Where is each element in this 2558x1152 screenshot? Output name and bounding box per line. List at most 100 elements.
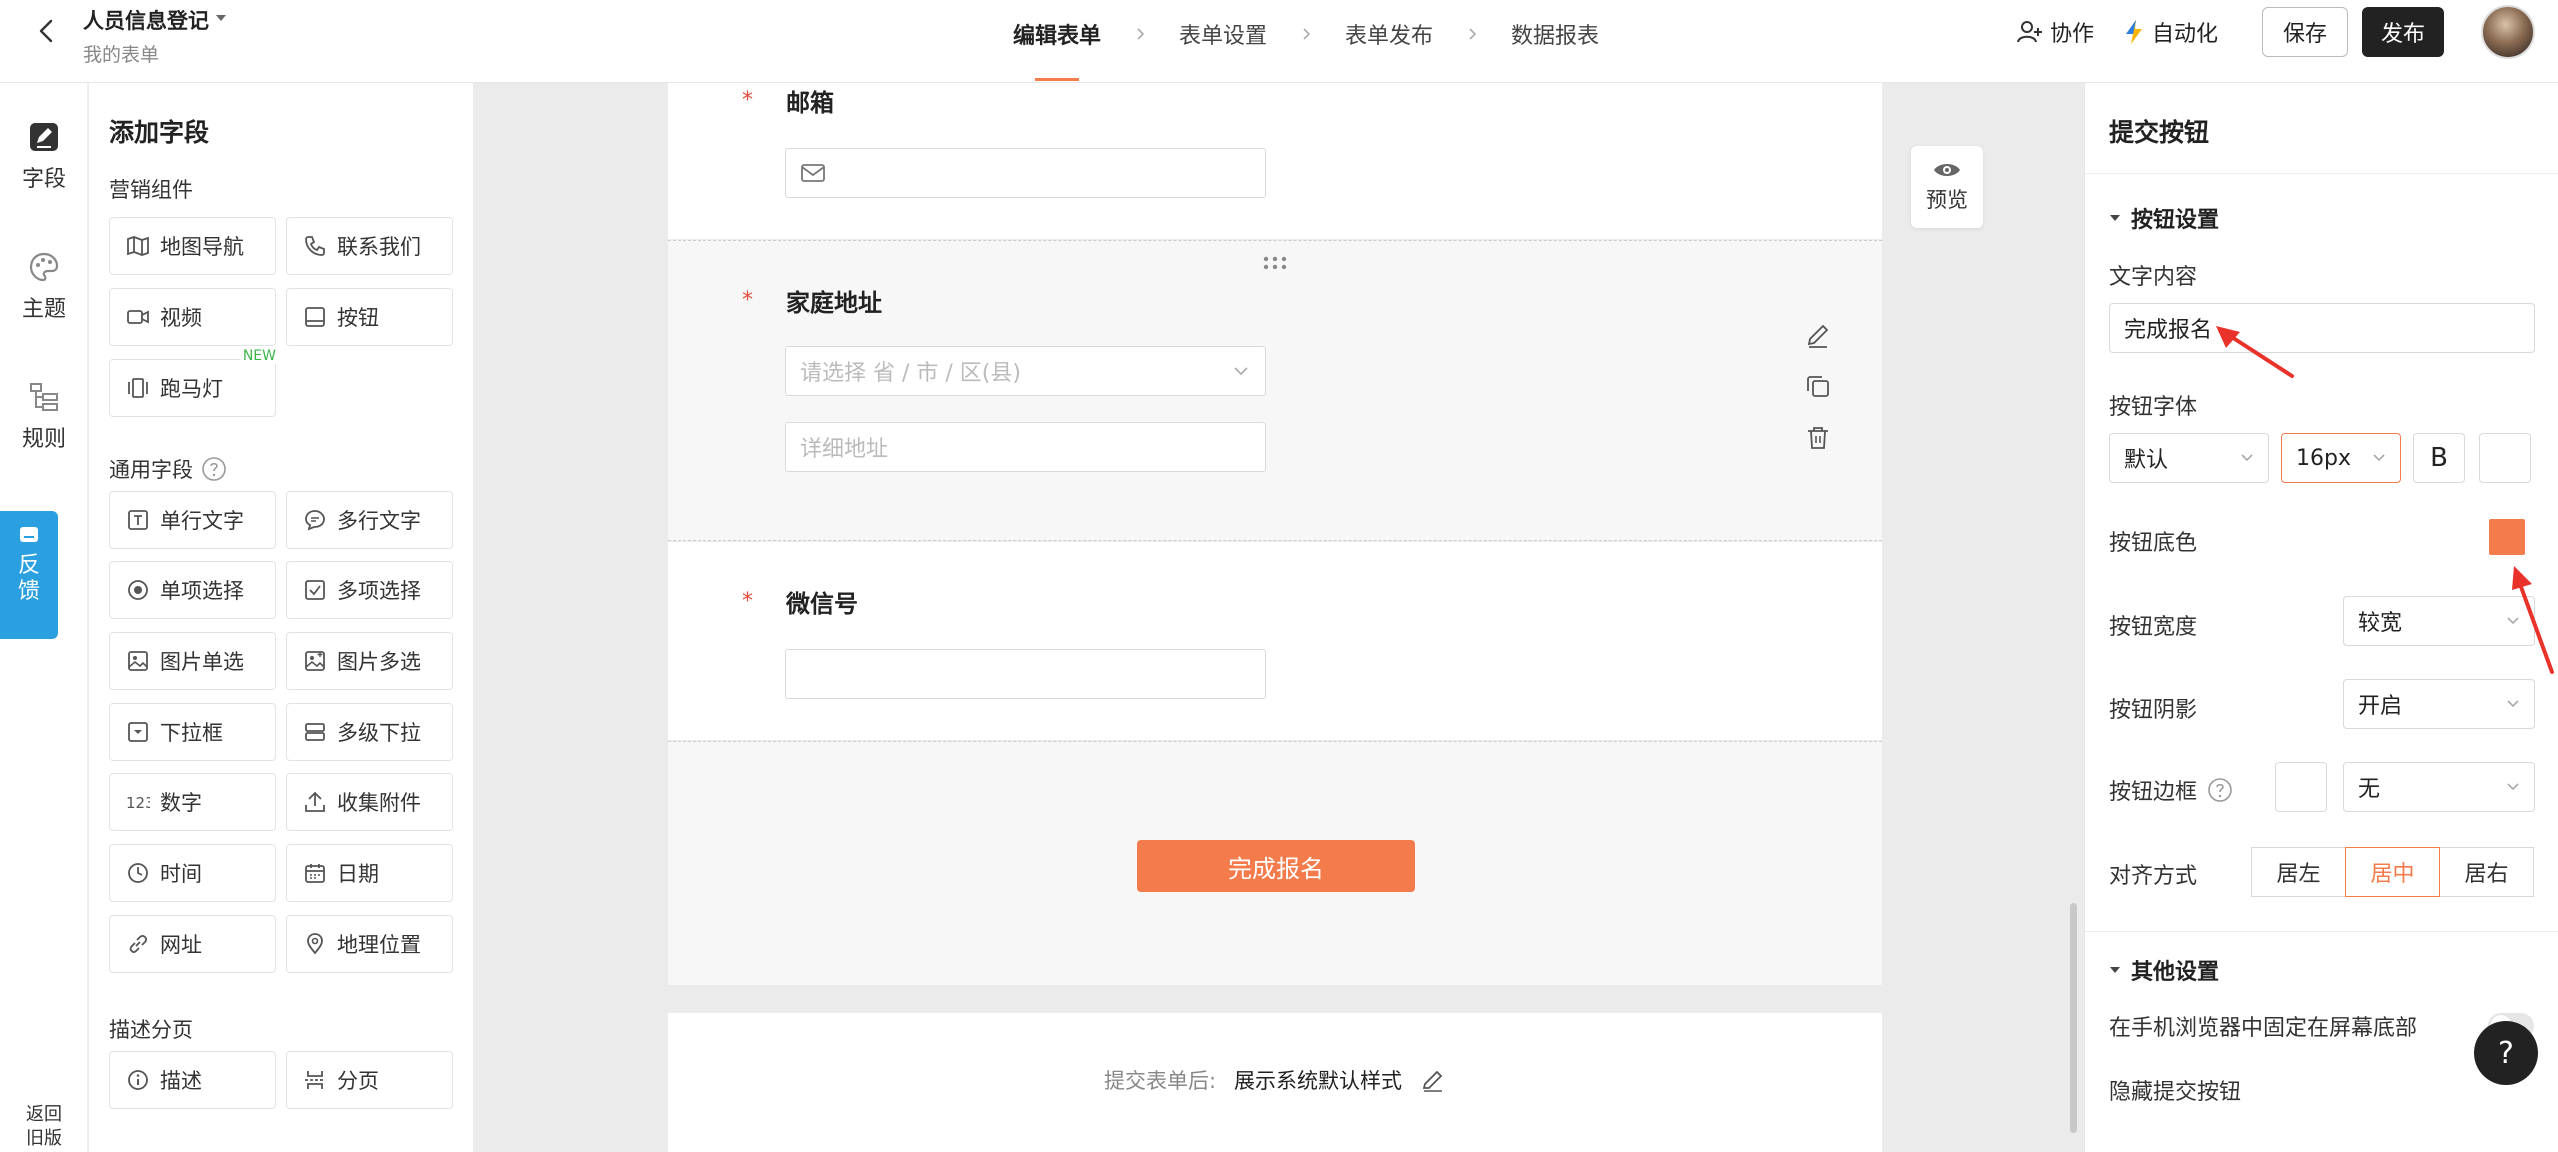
bg-color-picker[interactable] bbox=[2481, 512, 2533, 562]
width-value: 较宽 bbox=[2358, 611, 2403, 636]
save-button[interactable]: 保存 bbox=[2262, 7, 2348, 57]
field-label: 跑马灯 bbox=[160, 377, 223, 401]
align-center-option[interactable]: 居中 bbox=[2345, 847, 2440, 897]
help-button[interactable]: ? bbox=[2474, 1021, 2538, 1085]
font-family-select[interactable]: 默认 bbox=[2109, 433, 2269, 483]
bold-toggle[interactable]: B bbox=[2413, 433, 2465, 483]
pagebreak-icon bbox=[305, 1071, 325, 1089]
calendar-icon bbox=[305, 864, 325, 883]
form-title[interactable]: 人员信息登记 bbox=[83, 5, 209, 35]
feedback-tab[interactable]: 反 馈 bbox=[0, 511, 58, 639]
field-card-address[interactable]: * 家庭地址 请选择 省 / 市 / 区(县) 详细地址 bbox=[668, 240, 1882, 541]
field-date[interactable]: 日期 bbox=[286, 844, 453, 902]
field-label: 地图导航 bbox=[160, 235, 244, 259]
text-icon bbox=[128, 510, 148, 530]
field-label: 地理位置 bbox=[337, 933, 421, 957]
field-time[interactable]: 时间 bbox=[109, 844, 276, 902]
help-circle-icon[interactable] bbox=[201, 456, 227, 482]
automation-button[interactable]: 自动化 bbox=[2122, 16, 2218, 48]
collaborate-label: 协作 bbox=[2050, 22, 2095, 47]
tab-edit-form[interactable]: 编辑表单 bbox=[1005, 18, 1109, 81]
preview-button[interactable]: 预览 bbox=[1911, 146, 1983, 228]
field-marquee[interactable]: 跑马灯 NEW bbox=[109, 348, 279, 417]
field-upload[interactable]: 收集附件 bbox=[286, 773, 453, 831]
align-left-option[interactable]: 居左 bbox=[2251, 847, 2346, 897]
map-icon bbox=[127, 236, 149, 256]
drag-handle-icon[interactable] bbox=[1262, 255, 1288, 271]
rail-item-rules[interactable]: 规则 bbox=[0, 381, 88, 453]
wechat-input[interactable] bbox=[785, 649, 1266, 699]
rail-item-fields[interactable]: 字段 bbox=[0, 121, 88, 193]
address-label: 家庭地址 bbox=[786, 289, 882, 317]
collaborate-button[interactable]: 协作 bbox=[2016, 16, 2094, 48]
align-right-option[interactable]: 居右 bbox=[2439, 847, 2534, 897]
field-panel: 添加字段 营销组件 地图导航 联系我们 视频 按钮 跑马灯 NEW 通用字段 单… bbox=[89, 83, 473, 1152]
field-label: 图片单选 bbox=[160, 650, 244, 674]
location-icon bbox=[307, 933, 323, 955]
button-text-input[interactable]: 完成报名 bbox=[2109, 303, 2535, 353]
field-card-email[interactable]: * 邮箱 bbox=[668, 83, 1882, 239]
tab-data-report[interactable]: 数据报表 bbox=[1503, 18, 1607, 50]
multiline-icon bbox=[305, 510, 325, 531]
font-color-picker[interactable] bbox=[2479, 433, 2531, 483]
canvas-scrollbar[interactable] bbox=[2070, 903, 2077, 1133]
field-number[interactable]: 123 数字 bbox=[109, 773, 276, 831]
field-single-choice[interactable]: 单项选择 bbox=[109, 561, 276, 619]
region-select[interactable]: 请选择 省 / 市 / 区(县) bbox=[785, 346, 1266, 396]
field-card-wechat[interactable]: * 微信号 bbox=[668, 542, 1882, 740]
border-color-picker[interactable] bbox=[2275, 762, 2327, 812]
field-dropdown[interactable]: 下拉框 bbox=[109, 703, 276, 761]
submit-area[interactable]: 完成报名 bbox=[668, 741, 1882, 985]
caret-down-icon[interactable] bbox=[214, 12, 228, 24]
lightning-icon bbox=[2126, 20, 2142, 44]
field-label: 多级下拉 bbox=[337, 721, 421, 745]
feedback-icon bbox=[20, 527, 38, 542]
help-circle-icon[interactable] bbox=[2207, 777, 2233, 803]
field-contact-us[interactable]: 联系我们 bbox=[286, 217, 453, 275]
email-field[interactable] bbox=[785, 148, 1266, 198]
font-size-select[interactable]: 16px bbox=[2281, 433, 2401, 483]
back-to-old-version[interactable]: 返回 旧版 bbox=[14, 1103, 74, 1151]
field-cascade[interactable]: 多级下拉 bbox=[286, 703, 453, 761]
section-desc: 描述分页 bbox=[109, 1018, 193, 1042]
border-select[interactable]: 无 bbox=[2343, 762, 2535, 812]
address-detail-input[interactable]: 详细地址 bbox=[785, 422, 1266, 472]
field-image-multi[interactable]: 图片多选 bbox=[286, 632, 453, 690]
avatar[interactable] bbox=[2481, 5, 2535, 59]
back-icon[interactable] bbox=[30, 14, 64, 48]
field-description[interactable]: 描述 bbox=[109, 1051, 276, 1109]
copy-icon[interactable] bbox=[1804, 372, 1832, 400]
field-multi-line[interactable]: 多行文字 bbox=[286, 491, 453, 549]
edit-icon[interactable] bbox=[1420, 1067, 1446, 1093]
field-map-nav[interactable]: 地图导航 bbox=[109, 217, 276, 275]
rail-item-theme[interactable]: 主题 bbox=[0, 251, 88, 323]
tab-form-settings[interactable]: 表单设置 bbox=[1171, 18, 1275, 50]
field-label: 单项选择 bbox=[160, 579, 244, 603]
field-single-line[interactable]: 单行文字 bbox=[109, 491, 276, 549]
field-button[interactable]: 按钮 bbox=[286, 288, 453, 346]
field-pagebreak[interactable]: 分页 bbox=[286, 1051, 453, 1109]
add-user-icon bbox=[2017, 21, 2042, 43]
shadow-select[interactable]: 开启 bbox=[2343, 679, 2535, 729]
field-video[interactable]: 视频 bbox=[109, 288, 276, 346]
chevron-down-icon bbox=[2507, 783, 2519, 791]
field-label: 收集附件 bbox=[337, 791, 421, 815]
field-location[interactable]: 地理位置 bbox=[286, 915, 453, 973]
section-button-settings[interactable]: 按钮设置 bbox=[2109, 202, 2219, 234]
publish-button[interactable]: 发布 bbox=[2362, 7, 2444, 57]
submit-button[interactable]: 完成报名 bbox=[1137, 840, 1415, 892]
section-common-label: 通用字段 bbox=[109, 458, 193, 482]
step-nav: 编辑表单 表单设置 表单发布 数据报表 bbox=[1005, 18, 1607, 81]
old-version-label: 返回 bbox=[26, 1104, 62, 1125]
breadcrumb-my-forms[interactable]: 我的表单 bbox=[83, 40, 159, 67]
field-image-single[interactable]: 图片单选 bbox=[109, 632, 276, 690]
trash-icon[interactable] bbox=[1804, 424, 1832, 452]
field-url[interactable]: 网址 bbox=[109, 915, 276, 973]
section-other-settings[interactable]: 其他设置 bbox=[2109, 954, 2219, 986]
tab-form-publish[interactable]: 表单发布 bbox=[1337, 18, 1441, 50]
edit-icon[interactable] bbox=[1804, 321, 1832, 349]
font-family-value: 默认 bbox=[2124, 448, 2169, 473]
field-label: 按钮 bbox=[337, 306, 379, 330]
video-icon bbox=[127, 310, 149, 324]
field-multi-choice[interactable]: 多项选择 bbox=[286, 561, 453, 619]
